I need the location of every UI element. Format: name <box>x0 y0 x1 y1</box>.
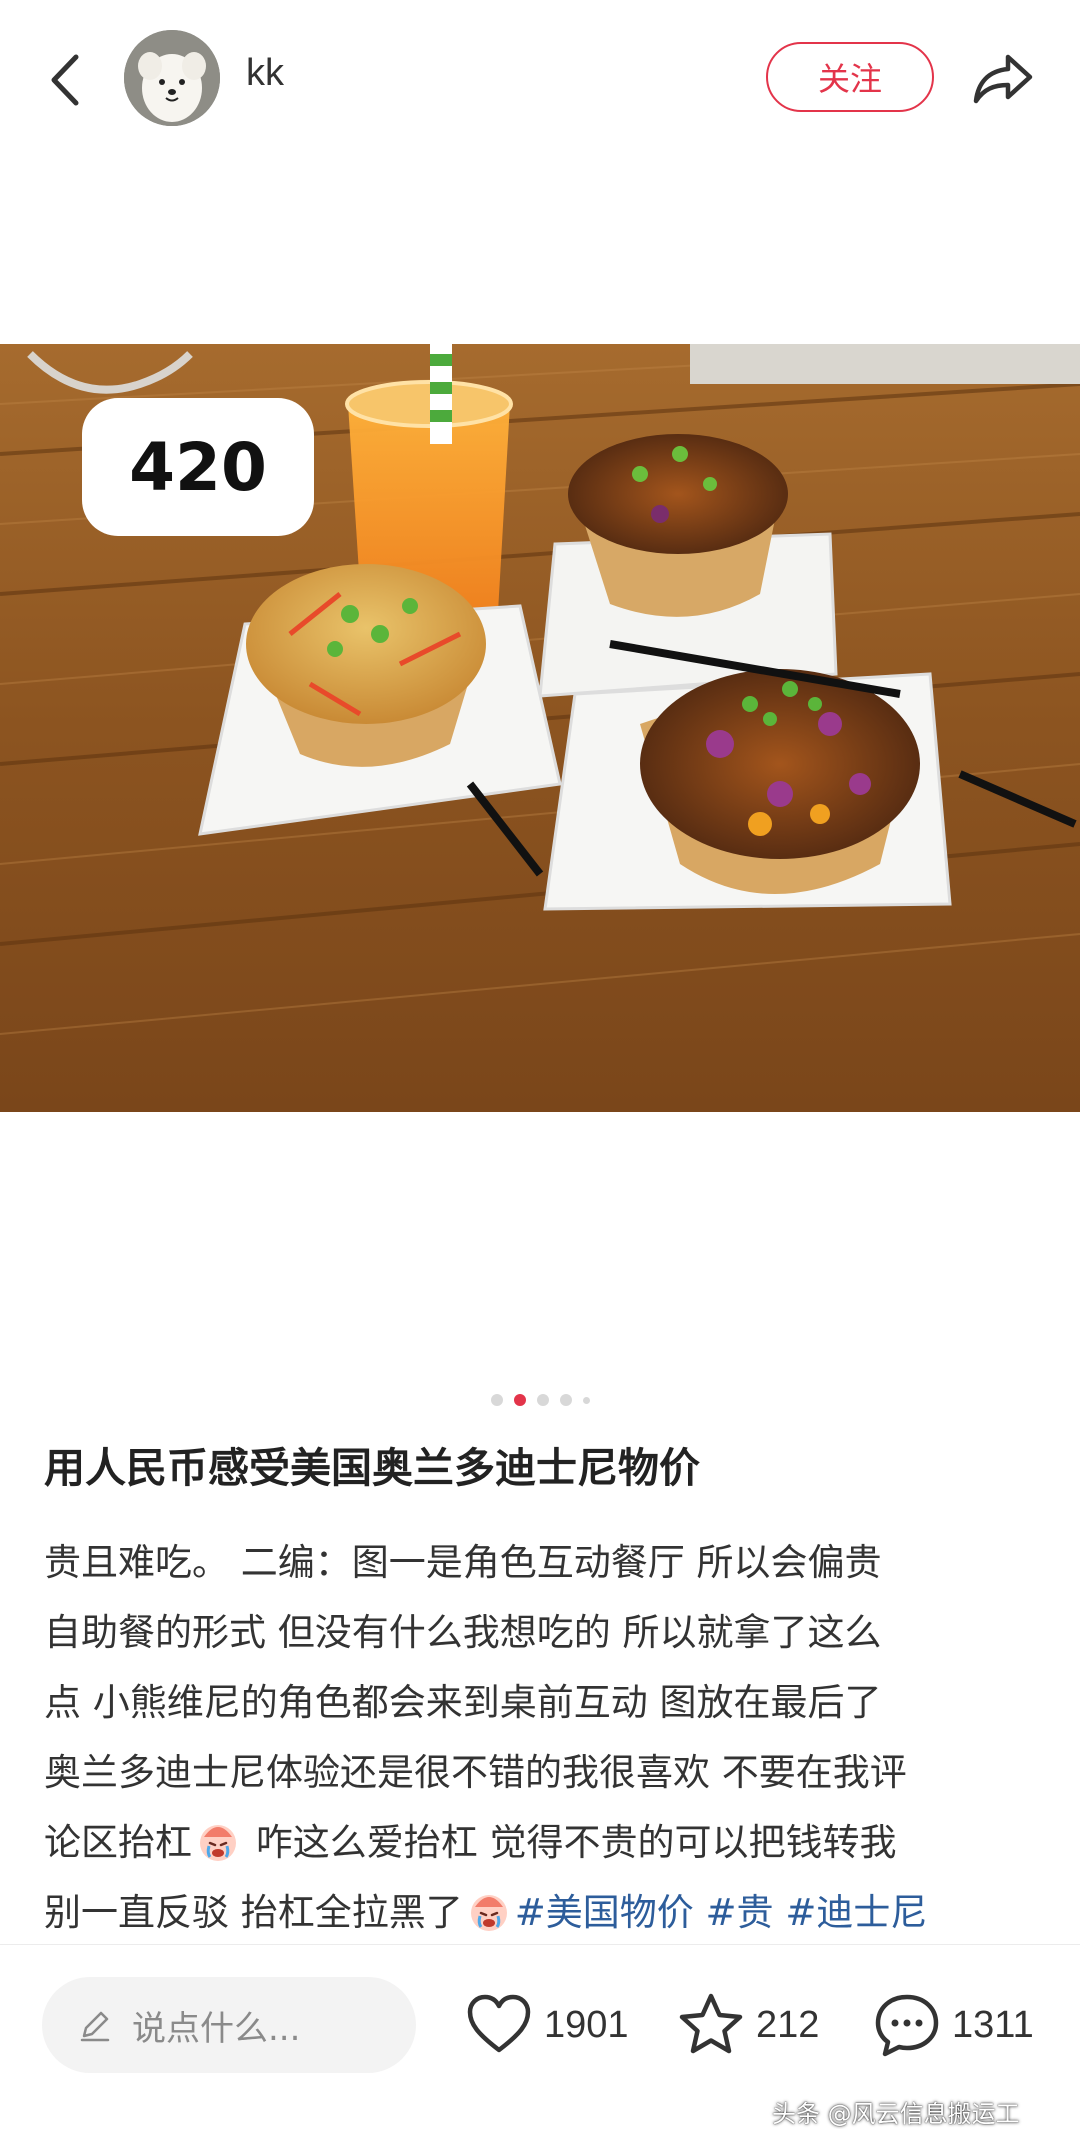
avatar-dog-image <box>124 30 220 126</box>
price-badge: 420 <box>82 398 314 536</box>
post-body-line: 点 小熊维尼的角色都会来到桌前互动 图放在最后了 <box>44 1681 882 1724</box>
top-bar: kk 关注 <box>0 0 1080 160</box>
share-button[interactable] <box>970 46 1036 112</box>
watermark: 头条 @风云信息搬运工 <box>772 2100 1020 2128</box>
image-carousel[interactable]: 420 <box>0 160 1080 1390</box>
heart-icon <box>467 1994 531 2053</box>
post-body-line: 自助餐的形式 但没有什么我想吃的 所以就拿了这么 <box>44 1611 882 1654</box>
like-count: 1901 <box>544 2003 629 2046</box>
crying-face-icon <box>200 1825 236 1861</box>
comment-placeholder: 说点什么... <box>132 2008 301 2049</box>
username[interactable]: kk <box>246 52 284 95</box>
post-body-line: 奥兰多迪士尼体验还是很不错的我很喜欢 不要在我评 <box>44 1751 907 1794</box>
avatar[interactable] <box>124 30 220 126</box>
carousel-dot <box>559 1394 572 1406</box>
carousel-dot-active <box>513 1394 526 1406</box>
post-body-text: 咋这么爱抬杠 觉得不贵的可以把钱转我 <box>244 1821 897 1864</box>
post-body-line: 贵且难吃。 二编：图一是角色互动餐厅 所以会偏贵 <box>44 1541 882 1584</box>
carousel-dot <box>490 1394 503 1406</box>
comment-button[interactable]: 1311 <box>872 1983 1034 2067</box>
carousel-dot <box>582 1396 590 1404</box>
post-body-line: 别一直反驳 抬杠全拉黑了 #美国物价 #贵 #迪士尼 <box>44 1878 1054 1948</box>
favorite-count: 212 <box>756 2003 820 2046</box>
hashtag-link[interactable]: #迪士尼 <box>785 1891 927 1934</box>
star-icon <box>679 1993 743 2054</box>
back-button[interactable] <box>40 45 90 115</box>
comment-input[interactable]: 说点什么... <box>42 1977 416 2073</box>
follow-button[interactable]: 关注 <box>766 42 934 112</box>
share-icon <box>973 54 1033 104</box>
comment-count: 1311 <box>952 2003 1034 2046</box>
post-body-text: 论区抬杠 <box>44 1821 192 1864</box>
carousel-indicator <box>0 1392 1080 1408</box>
crying-face-icon <box>470 1895 507 1931</box>
favorite-button[interactable]: 212 <box>676 1983 819 2067</box>
hashtag-link[interactable]: #美国物价 <box>515 1891 694 1934</box>
post-body-line: 论区抬杠 咋这么爱抬杠 觉得不贵的可以把钱转我 <box>44 1808 1054 1878</box>
back-arrow-icon <box>51 54 79 106</box>
comment-bubble-icon <box>875 1994 939 2057</box>
carousel-dot <box>536 1394 549 1406</box>
post-body-text: 别一直反驳 抬杠全拉黑了 <box>44 1891 463 1934</box>
pen-icon <box>80 2011 110 2042</box>
post-title: 用人民币感受美国奥兰多迪士尼物价 <box>44 1444 700 1492</box>
hashtag-link[interactable]: #贵 <box>706 1891 774 1934</box>
post-body: 贵且难吃。 二编：图一是角色互动餐厅 所以会偏贵 自助餐的形式 但没有什么我想吃… <box>44 1528 1054 1948</box>
like-button[interactable]: 1901 <box>464 1983 629 2067</box>
